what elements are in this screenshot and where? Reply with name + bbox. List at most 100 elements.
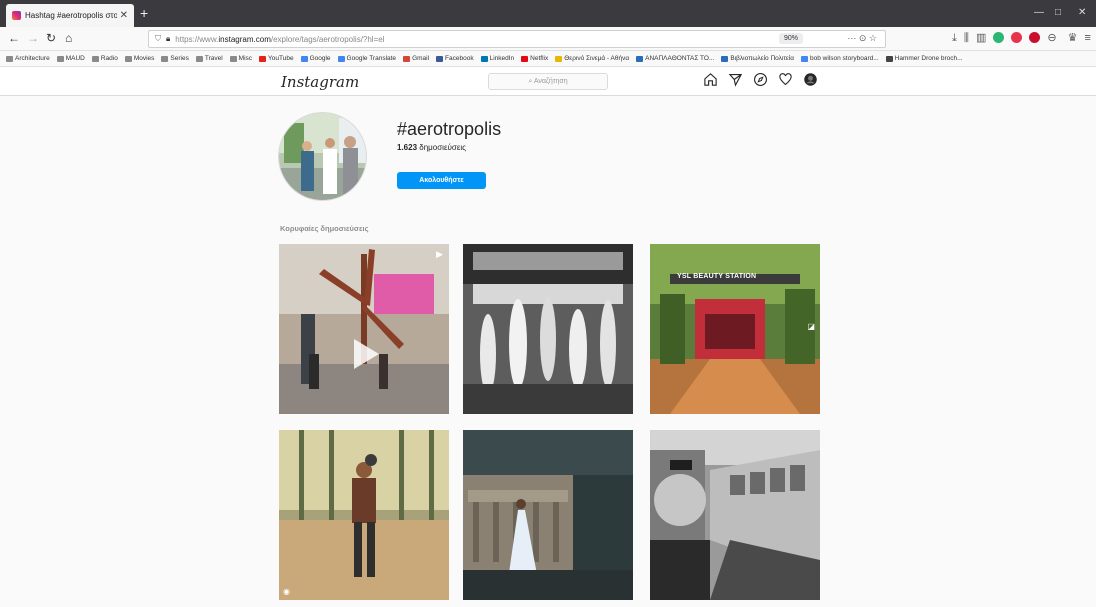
search-input[interactable]: ⌕ Αναζήτηση — [488, 73, 608, 90]
url-host: instagram.com — [218, 34, 271, 44]
video-indicator-icon: ▶ — [436, 249, 443, 259]
bookmark-label: ΑΝΑΠΛΑΘΟΝΤΑΣ ΤΟ... — [645, 55, 715, 62]
browser-tab[interactable]: Hashtag #aerotropolis στο Ins ✕ — [6, 4, 134, 27]
bookmark-label: bob wilson storyboard... — [810, 55, 879, 62]
bookmark-icon — [229, 55, 237, 62]
post-tile[interactable] — [463, 430, 633, 600]
bookmark-label: Misc — [238, 55, 253, 62]
post-tile[interactable]: ▶ — [279, 244, 449, 414]
bookmark-item[interactable]: Google — [300, 55, 331, 62]
bookmark-item[interactable]: Google Translate — [337, 55, 396, 62]
back-icon[interactable]: ← — [8, 32, 20, 44]
home-icon[interactable] — [703, 72, 718, 87]
bookmark-label: Facebook — [445, 55, 474, 62]
bookmark-icon — [636, 55, 644, 62]
bookmark-icon — [521, 55, 529, 62]
bookmark-item[interactable]: LinkedIn — [480, 55, 515, 62]
bookmark-label: Architecture — [15, 55, 50, 62]
top-posts-label: Κορυφαίες δημοσιεύσεις — [280, 224, 369, 233]
menu-icon[interactable]: ≡ — [1084, 32, 1090, 44]
post-sign-text: YSL BEAUTY STATION — [677, 273, 757, 280]
bookmark-item[interactable]: Radio — [91, 55, 118, 62]
instagram-favicon-icon — [12, 11, 21, 20]
bookmark-icon — [885, 55, 893, 62]
close-window-icon[interactable]: ✕ — [1078, 7, 1086, 18]
post-tile[interactable]: YSL BEAUTY STATION ◪ — [650, 244, 820, 414]
bookmark-icon — [337, 55, 345, 62]
bookmark-label: LinkedIn — [489, 55, 515, 62]
bookmark-icon — [480, 55, 488, 62]
post-count-number: 1.623 — [397, 143, 418, 152]
bookmark-label: YouTube — [268, 55, 294, 62]
bookmark-item[interactable]: YouTube — [259, 55, 294, 62]
home-icon[interactable]: ⌂ — [65, 32, 72, 44]
post-tile[interactable] — [463, 244, 633, 414]
bookmark-label: Θερινό Σινεμά - Αθήνα — [564, 55, 630, 62]
bookmark-item[interactable]: Netflix — [521, 55, 548, 62]
new-tab-button[interactable]: + — [140, 6, 148, 20]
adblock-icon[interactable] — [1029, 32, 1041, 43]
lock-icon[interactable]: 🔒︎ — [166, 34, 170, 44]
bookmark-label: Travel — [204, 55, 223, 62]
bookmark-item[interactable]: Hammer Drone broch... — [885, 55, 963, 62]
shield-icon[interactable]: ⛉ — [155, 34, 161, 44]
close-tab-icon[interactable]: ✕ — [120, 10, 128, 21]
bookmark-icon — [91, 55, 99, 62]
bookmark-label: Hammer Drone broch... — [894, 55, 963, 62]
bookmark-item[interactable]: Travel — [195, 55, 223, 62]
bookmark-item[interactable]: Misc — [229, 55, 253, 62]
bookmark-icon — [721, 55, 729, 62]
carousel-indicator-icon: ◪ — [807, 322, 815, 331]
bookmark-item[interactable]: ΑΝΑΠΛΑΘΟΝΤΑΣ ΤΟ... — [636, 55, 714, 62]
instagram-header: Instagram ⌕ Αναζήτηση — [0, 67, 1096, 96]
account-icon[interactable]: ⊖ — [1047, 32, 1056, 44]
instagram-logo[interactable]: Instagram — [281, 73, 359, 91]
bookmark-item[interactable]: Series — [161, 55, 189, 62]
reload-icon[interactable]: ↻ — [46, 32, 56, 44]
library-icon[interactable]: ⫼ — [964, 32, 969, 44]
download-icon[interactable]: ⤓ — [952, 32, 957, 44]
tab-title: Hashtag #aerotropolis στο Ins — [25, 11, 117, 20]
post-tile[interactable]: ◉ — [279, 430, 449, 600]
minimize-icon[interactable]: — — [1034, 7, 1044, 18]
profile-avatar-icon[interactable] — [803, 72, 818, 87]
hashtag-title: #aerotropolis — [397, 119, 502, 139]
carousel-indicator-icon: ◉ — [283, 587, 290, 596]
bookmark-item[interactable]: Movies — [124, 55, 154, 62]
bookmark-icon — [403, 55, 411, 62]
bookmark-icon — [124, 55, 132, 62]
activity-heart-icon[interactable] — [778, 72, 793, 87]
bookmark-label: Βιβλιοπωλείο Πολιτεία — [730, 55, 795, 62]
bookmark-icon — [300, 55, 308, 62]
search-placeholder: Αναζήτηση — [533, 78, 568, 85]
bookmark-item[interactable]: Βιβλιοπωλείο Πολιτεία — [721, 55, 794, 62]
hashtag-profile-image — [278, 112, 367, 201]
browser-tab-bar: Hashtag #aerotropolis στο Ins ✕ + — □ ✕ — [0, 0, 1096, 27]
post-tile[interactable] — [650, 430, 820, 600]
bookmark-icon — [436, 55, 444, 62]
bookmark-label: Series — [170, 55, 189, 62]
bookmark-label: MAUD — [65, 55, 85, 62]
sidebar-icon[interactable]: ▥ — [976, 32, 986, 44]
zoom-level[interactable]: 90% — [778, 33, 803, 44]
follow-button[interactable]: Ακολουθήστε — [397, 172, 486, 189]
direct-message-icon[interactable] — [728, 72, 743, 87]
bookmark-item[interactable]: MAUD — [56, 55, 85, 62]
bookmark-item[interactable]: Facebook — [436, 55, 474, 62]
bookmark-item[interactable]: bob wilson storyboard... — [801, 55, 879, 62]
gift-icon[interactable]: ♛ — [1068, 32, 1078, 44]
address-bar[interactable]: ⛉ 🔒︎ https://www. instagram.com/explore/t… — [148, 30, 886, 48]
bookmark-item[interactable]: Gmail — [403, 55, 429, 62]
bookmarks-bar: Architecture MAUD Radio Movies Series Travel M… — [0, 51, 1096, 67]
page-actions[interactable]: ··· ⊙ ☆ — [847, 33, 877, 44]
bookmark-item[interactable]: Architecture — [6, 55, 50, 62]
extension-toolbar: ⤓ ⫼ ▥ ⊖ ♛ ≡ — [952, 32, 1091, 44]
forward-icon[interactable]: → — [27, 32, 39, 44]
instagram-nav — [703, 72, 818, 87]
browser-nav-bar: ← → ↻ ⌂ ⛉ 🔒︎ https://www. instagram.com/e… — [0, 27, 1096, 51]
extension-red-icon[interactable] — [1011, 32, 1023, 43]
bookmark-item[interactable]: Θερινό Σινεμά - Αθήνα — [555, 55, 629, 62]
extension-green-icon[interactable] — [993, 32, 1005, 43]
maximize-icon[interactable]: □ — [1055, 7, 1061, 18]
explore-compass-icon[interactable] — [753, 72, 768, 87]
